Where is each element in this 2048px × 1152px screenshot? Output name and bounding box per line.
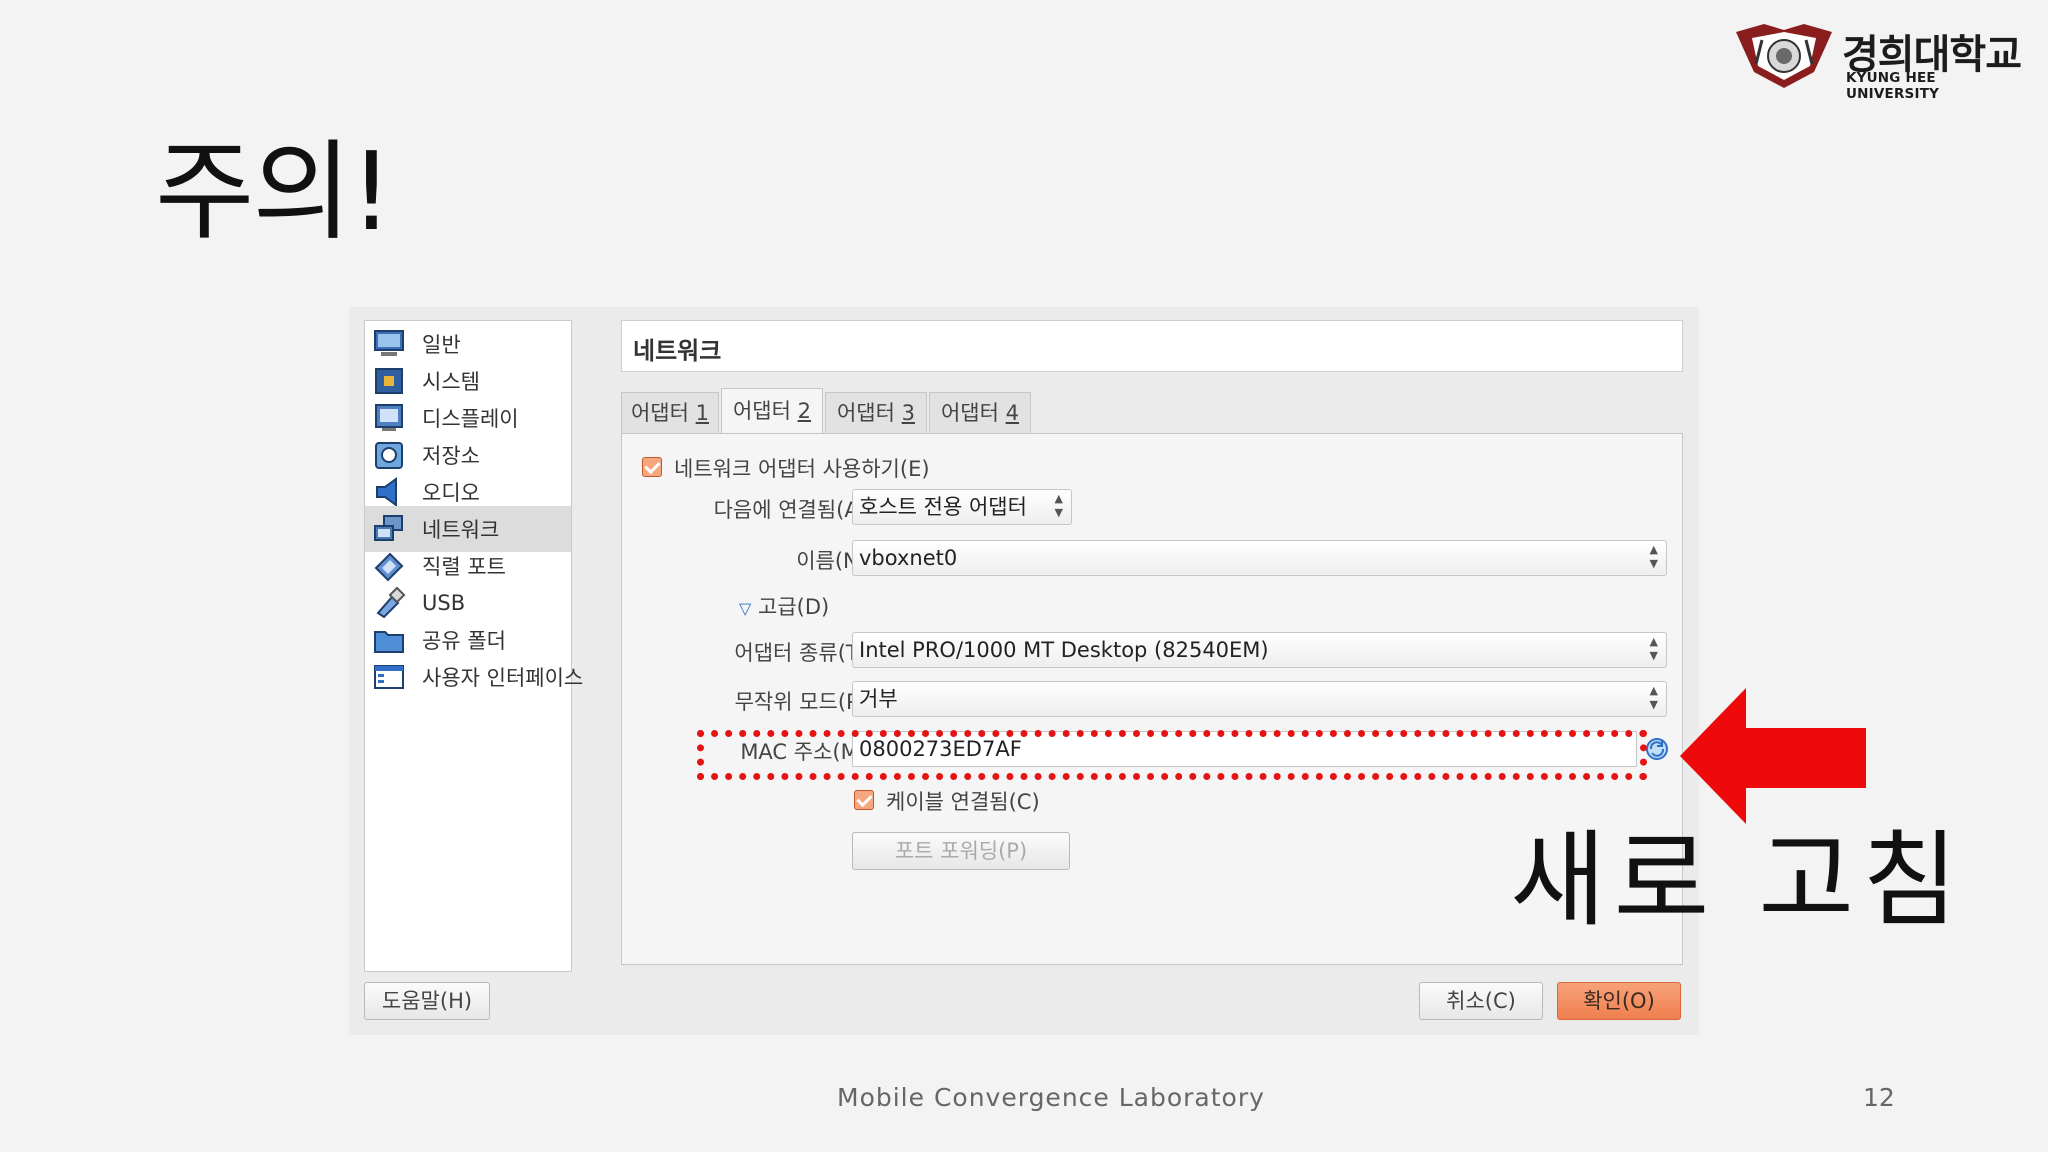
help-button[interactable]: 도움말(H)	[364, 982, 490, 1020]
tab-adapter-4[interactable]: 어댑터 4	[929, 392, 1031, 433]
serial-port-icon	[374, 552, 404, 582]
window-icon	[374, 665, 404, 689]
footer-lab-name: Mobile Convergence Laboratory	[837, 1083, 1265, 1112]
sidebar-item-label: 사용자 인터페이스	[422, 666, 584, 690]
enable-adapter-label: 네트워크 어댑터 사용하기(E)	[674, 457, 930, 481]
attached-to-label: 다음에 연결됨(A):	[713, 498, 874, 522]
monitor-icon	[374, 330, 404, 356]
display-icon	[375, 404, 403, 431]
sidebar-item-label: USB	[422, 591, 466, 615]
section-header: 네트워크	[621, 320, 1683, 372]
mac-address-label: MAC 주소(M):	[740, 740, 874, 764]
usb-icon	[376, 587, 406, 619]
sidebar-item-label: 오디오	[422, 481, 480, 505]
university-emblem-icon	[1736, 24, 1832, 88]
logo-english-name: KYUNG HEE UNIVERSITY	[1846, 70, 1940, 102]
spin-arrows-icon: ▲ ▼	[1649, 543, 1658, 570]
ok-button[interactable]: 확인(O)	[1557, 982, 1681, 1020]
triangle-down-icon: ▽	[739, 599, 752, 618]
cable-connected-label: 케이블 연결됨(C)	[886, 790, 1040, 814]
network-icon	[374, 515, 403, 541]
adapter-type-label: 어댑터 종류(T):	[734, 641, 874, 665]
spin-arrows-icon: ▲ ▼	[1649, 635, 1658, 662]
speaker-icon	[376, 477, 397, 507]
name-label: 이름(N):	[796, 549, 874, 573]
promiscuous-mode-label: 무작위 모드(P):	[734, 690, 874, 714]
settings-sidebar: 일반 시스템 디스플레이 저장소 오디오 네트워크 직렬 포트 USB 공유 폴…	[364, 320, 583, 972]
refresh-annotation: 새로 고침	[1510, 819, 1966, 941]
chip-icon	[375, 368, 403, 394]
promiscuous-mode-select[interactable]: 거부 ▲ ▼	[852, 681, 1667, 717]
disk-icon	[375, 442, 403, 469]
vm-settings-dialog: 일반 시스템 디스플레이 저장소 오디오 네트워크 직렬 포트 USB 공유 폴…	[349, 307, 1699, 1035]
sidebar-item-label: 디스플레이	[422, 407, 519, 431]
port-forwarding-button[interactable]: 포트 포워딩(P)	[852, 832, 1070, 870]
tab-adapter-1[interactable]: 어댑터 1	[621, 392, 719, 433]
tab-adapter-2[interactable]: 어댑터 2	[721, 388, 823, 434]
refresh-mac-icon[interactable]	[1644, 736, 1670, 762]
sidebar-item-user-interface[interactable]: 사용자 인터페이스	[365, 654, 583, 700]
cancel-button[interactable]: 취소(C)	[1419, 982, 1543, 1020]
advanced-toggle[interactable]: ▽ 고급(D)	[739, 591, 829, 621]
sidebar-item-label: 일반	[422, 333, 461, 357]
spin-arrows-icon: ▲ ▼	[1054, 492, 1063, 519]
tab-adapter-3[interactable]: 어댑터 3	[825, 392, 927, 433]
enable-adapter-checkbox[interactable]	[642, 457, 662, 477]
section-title: 네트워크	[633, 337, 722, 365]
sidebar-item-label: 시스템	[422, 370, 480, 394]
mac-address-field[interactable]: 0800273ED7AF	[852, 731, 1637, 767]
university-logo: 경희대학교 KYUNG HEE UNIVERSITY	[1734, 20, 2030, 102]
sidebar-item-label: 저장소	[422, 444, 480, 468]
sidebar-item-label: 네트워크	[422, 518, 500, 542]
sidebar-item-label: 직렬 포트	[422, 555, 506, 579]
spin-arrows-icon: ▲ ▼	[1649, 684, 1658, 711]
cable-connected-checkbox[interactable]	[854, 790, 874, 810]
name-select[interactable]: vboxnet0 ▲ ▼	[852, 540, 1667, 576]
attached-to-select[interactable]: 호스트 전용 어댑터 ▲ ▼	[852, 489, 1072, 525]
adapter-type-select[interactable]: Intel PRO/1000 MT Desktop (82540EM) ▲ ▼	[852, 632, 1667, 668]
page-number: 12	[1863, 1083, 1895, 1112]
sidebar-item-label: 공유 폴더	[422, 629, 506, 653]
slide-title: 주의!	[155, 130, 393, 255]
folder-icon	[374, 631, 404, 653]
